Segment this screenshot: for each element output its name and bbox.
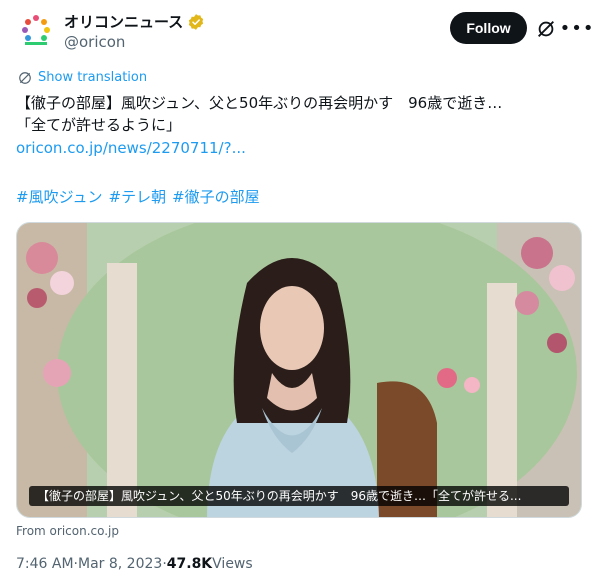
grok-icon[interactable] bbox=[535, 18, 557, 40]
tweet-meta: 7:46 AM · Mar 8, 2023 · 47.8K Views bbox=[16, 556, 253, 572]
hashtags: #風吹ジュン #テレ朝 #徹子の部屋 bbox=[16, 186, 260, 207]
tweet-text-line2: 「全てが許せるように」 bbox=[16, 116, 182, 134]
show-translation-label[interactable]: Show translation bbox=[38, 70, 147, 85]
follow-button[interactable]: Follow bbox=[450, 12, 527, 44]
tweet-text: 【徹子の部屋】風吹ジュン、父と50年ぶりの再会明かす 96歳で逝き… 「全てが許… bbox=[16, 92, 576, 136]
more-icon[interactable]: ••• bbox=[560, 16, 594, 40]
media-caption: 【徹子の部屋】風吹ジュン、父と50年ぶりの再会明かす 96歳で逝き…「全てが許せ… bbox=[29, 486, 569, 506]
article-link[interactable]: oricon.co.jp/news/2270711/?... bbox=[16, 139, 246, 157]
tweet-header: オリコンニュース @oricon Follow ••• bbox=[16, 10, 593, 54]
tweet-text-line1: 【徹子の部屋】風吹ジュン、父と50年ぶりの再会明かす 96歳で逝き… bbox=[16, 94, 503, 112]
hashtag-link[interactable]: #テレ朝 bbox=[109, 186, 167, 207]
link-card-media[interactable]: 【徹子の部屋】風吹ジュン、父と50年ぶりの再会明かす 96歳で逝き…「全てが許せ… bbox=[16, 222, 582, 518]
tweet-time[interactable]: 7:46 AM bbox=[16, 556, 74, 572]
views-count: 47.8K bbox=[166, 556, 213, 572]
oricon-logo-icon bbox=[22, 15, 50, 45]
article-photo bbox=[17, 223, 581, 517]
handle[interactable]: @oricon bbox=[64, 33, 125, 51]
translate-globe-icon bbox=[19, 71, 31, 84]
show-translation[interactable]: Show translation bbox=[18, 70, 147, 85]
verified-badge-icon bbox=[189, 13, 204, 30]
views-label: Views bbox=[212, 556, 253, 572]
hashtag-link[interactable]: #徹子の部屋 bbox=[172, 186, 260, 207]
avatar[interactable] bbox=[16, 10, 56, 50]
display-name[interactable]: オリコンニュース bbox=[64, 11, 183, 32]
name-row: オリコンニュース bbox=[64, 11, 205, 32]
hashtag-link[interactable]: #風吹ジュン bbox=[16, 186, 103, 207]
tweet-date[interactable]: Mar 8, 2023 bbox=[78, 556, 162, 572]
link-source[interactable]: From oricon.co.jp bbox=[16, 524, 119, 538]
